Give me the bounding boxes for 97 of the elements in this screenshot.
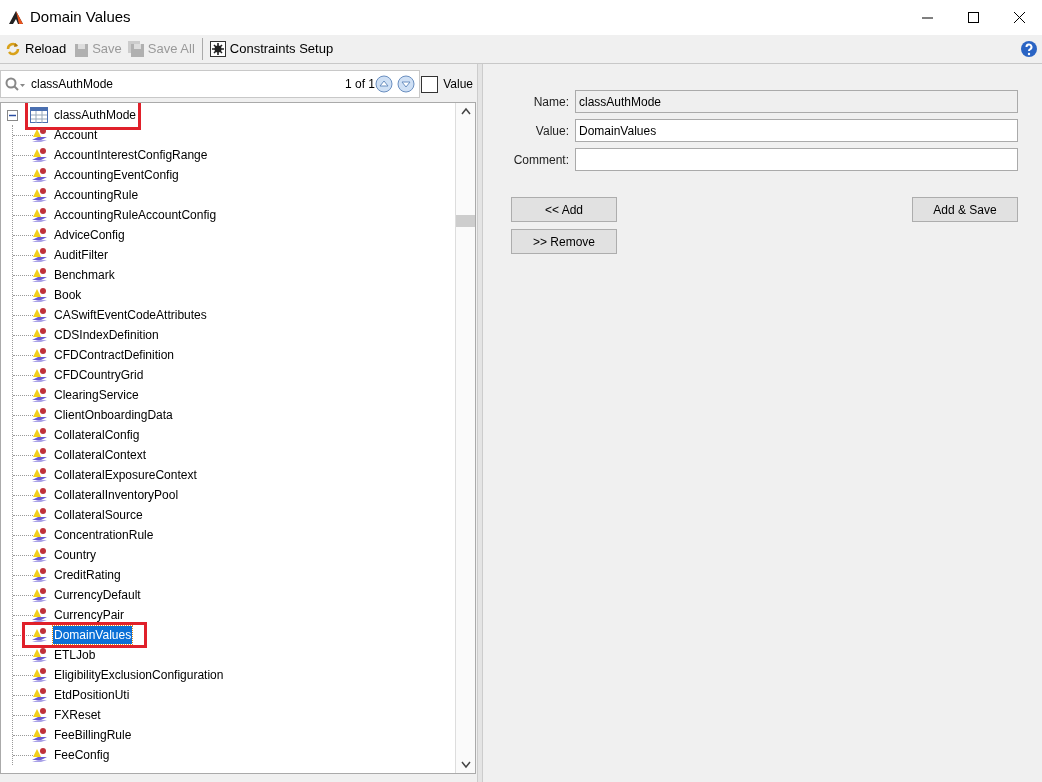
scroll-down-icon[interactable] [460, 761, 471, 769]
field-label: Name: [532, 93, 569, 111]
tree-node-icon [31, 267, 49, 283]
tree-node-icon [31, 747, 49, 763]
tree-node-icon [31, 687, 49, 703]
tree-item[interactable]: Benchmark [53, 266, 116, 284]
tree-item[interactable]: CFDCountryGrid [53, 366, 145, 384]
tree-node-icon [31, 167, 49, 183]
tree-item[interactable]: AuditFilter [53, 246, 110, 264]
tree-node-icon [31, 227, 49, 243]
tree-item[interactable]: EtdPositionUti [53, 686, 131, 704]
tree-node-icon [31, 447, 49, 463]
tree-node-icon [31, 607, 49, 623]
stacked-floppy-icon [127, 41, 144, 57]
tree-node-icon [31, 247, 49, 263]
tree-node-icon [31, 367, 49, 383]
tree-node-icon [31, 407, 49, 423]
tree-root-label[interactable]: classAuthMode [54, 106, 137, 124]
tree-item[interactable]: ConcentrationRule [53, 526, 155, 544]
tree-node-icon [31, 507, 49, 523]
action-button[interactable]: << Add [511, 197, 617, 222]
maximize-icon [967, 12, 979, 23]
field-label: Comment: [512, 151, 569, 169]
text-field[interactable]: DomainValues [575, 119, 1018, 142]
reload-icon [5, 41, 21, 57]
tree-item[interactable]: CFDContractDefinition [53, 346, 176, 364]
tree-item[interactable]: FXReset [53, 706, 102, 724]
tree-node-icon [31, 307, 49, 323]
tree-node-icon [31, 147, 49, 163]
tree-node-icon [31, 207, 49, 223]
action-button[interactable]: >> Remove [511, 229, 617, 254]
text-field[interactable] [575, 148, 1018, 171]
tree-item[interactable]: Country [53, 546, 98, 564]
tree-node-icon [31, 647, 49, 663]
tree-node-icon [31, 427, 49, 443]
gear-icon [209, 41, 226, 57]
app-logo-icon [8, 9, 24, 26]
tree-item[interactable]: AccountingRule [53, 186, 140, 204]
tree-item[interactable]: AccountingRuleAccountConfig [53, 206, 218, 224]
tree-node-icon [31, 327, 49, 343]
tree-item[interactable]: DomainValues [53, 626, 133, 644]
next-match-icon[interactable] [397, 75, 415, 93]
tree-item[interactable]: ETLJob [53, 646, 97, 664]
collapse-toggle[interactable] [7, 109, 18, 121]
tree-node-icon [31, 707, 49, 723]
tree-item[interactable]: Book [53, 286, 83, 304]
tree-item[interactable]: ClientOnboardingData [53, 406, 174, 424]
table-icon [30, 107, 48, 123]
tree-item[interactable]: AdviceConfig [53, 226, 126, 244]
tree-node-icon [31, 287, 49, 303]
tree-node-icon [31, 667, 49, 683]
tree-item[interactable]: EligibilityExclusionConfiguration [53, 666, 225, 684]
tree-node-icon [31, 627, 49, 643]
tree-item[interactable]: AccountingEventConfig [53, 166, 180, 184]
tree-item[interactable]: CollateralContext [53, 446, 148, 464]
checkbox-label: Value [443, 76, 473, 93]
tree-item[interactable]: CurrencyPair [53, 606, 126, 624]
tree-item[interactable]: CurrencyDefault [53, 586, 142, 604]
tree-node-icon [31, 467, 49, 483]
value-checkbox[interactable] [421, 75, 439, 93]
scrollbar[interactable] [455, 103, 475, 773]
toolbar-button[interactable]: Reload [2, 37, 70, 61]
tree-node-icon [31, 547, 49, 563]
tree-item[interactable]: CASwiftEventCodeAttributes [53, 306, 208, 324]
search-icon [5, 77, 27, 91]
tree-node-icon [31, 487, 49, 503]
tree-node-icon [31, 527, 49, 543]
tree-node-icon [31, 727, 49, 743]
search-field[interactable]: classAuthMode 1 of 1 [0, 70, 420, 98]
field-label: Value: [534, 122, 569, 140]
tree-node-icon [31, 567, 49, 583]
search-value: classAuthMode [31, 76, 114, 93]
tree-item[interactable]: CollateralConfig [53, 426, 141, 444]
tree-item[interactable]: CollateralSource [53, 506, 144, 524]
close-icon [1013, 12, 1025, 23]
scroll-thumb[interactable] [456, 215, 475, 227]
tree-item[interactable]: CollateralInventoryPool [53, 486, 180, 504]
tree-item[interactable]: Account [53, 126, 99, 144]
previous-match-icon[interactable] [375, 75, 393, 93]
toolbar-button[interactable]: Constraints Setup [206, 37, 337, 61]
window-title: Domain Values [30, 7, 131, 28]
tree-item[interactable]: ClearingService [53, 386, 140, 404]
tree-node-icon [31, 127, 49, 143]
tree-item[interactable]: AccountInterestConfigRange [53, 146, 209, 164]
action-button[interactable]: Add & Save [912, 197, 1018, 222]
tree-item[interactable]: CreditRating [53, 566, 122, 584]
match-count: 1 of 1 [344, 76, 375, 93]
tree-item[interactable]: CDSIndexDefinition [53, 326, 160, 344]
tree-item[interactable]: FeeConfig [53, 746, 111, 764]
help-icon[interactable] [1020, 40, 1038, 58]
tree-item[interactable]: CollateralExposureContext [53, 466, 198, 484]
tree-node-icon [31, 387, 49, 403]
tree-item[interactable]: FeeBillingRule [53, 726, 133, 744]
scroll-up-icon[interactable] [460, 107, 471, 115]
tree-node-icon [31, 187, 49, 203]
tree-node-icon [31, 347, 49, 363]
tree-node-icon [31, 587, 49, 603]
